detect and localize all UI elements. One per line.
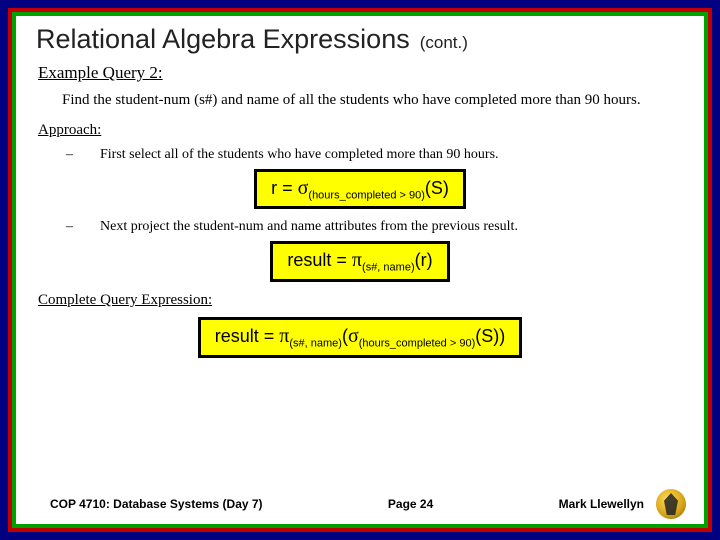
slide-content: Example Query 2: Find the student-num (s… [16,57,704,484]
slide-title: Relational Algebra Expressions [36,24,410,55]
slide-footer: COP 4710: Database Systems (Day 7) Page … [16,484,704,524]
formula-arg: (S) [425,178,449,198]
formula-arg: (r) [415,250,433,270]
formula-lhs: result = [215,326,280,346]
sigma-symbol: σ [298,177,309,199]
sigma-symbol: σ [348,325,359,347]
formula-sub: (s#, name) [362,262,415,274]
dash-icon: – [66,219,78,235]
title-row: Relational Algebra Expressions (cont.) [16,16,704,57]
slide-title-cont: (cont.) [420,33,468,53]
step-row-2: – Next project the student-num and name … [66,219,682,235]
example-heading: Example Query 2: [38,63,682,83]
footer-author: Mark Llewellyn [559,497,644,511]
footer-right: Mark Llewellyn [559,489,686,519]
formula-arg: (S)) [475,326,505,346]
complete-heading: Complete Query Expression: [38,292,682,309]
slide-inner: Relational Algebra Expressions (cont.) E… [12,12,708,528]
formula-sub2: (hours_completed > 90) [359,338,475,350]
step-text: Next project the student-num and name at… [100,219,518,235]
footer-course: COP 4710: Database Systems (Day 7) [50,497,263,511]
query-text: Find the student-num (s#) and name of al… [62,91,682,110]
formula-sub: (hours_completed > 90) [308,189,424,201]
approach-heading: Approach: [38,122,682,139]
dash-icon: – [66,147,78,163]
formula-complete: result = π(s#, name)(σ(hours_completed >… [198,317,522,358]
formula-select: r = σ(hours_completed > 90)(S) [254,169,466,210]
slide-frame: Relational Algebra Expressions (cont.) E… [0,0,720,540]
formula-lhs: result = [287,250,352,270]
step-row-1: – First select all of the students who h… [66,147,682,163]
footer-page: Page 24 [388,497,433,511]
formula-lhs: r = [271,178,298,198]
formula-sub1: (s#, name) [289,338,342,350]
formula-project: result = π(s#, name)(r) [270,241,449,282]
step-text: First select all of the students who hav… [100,147,499,163]
ucf-logo-icon [656,489,686,519]
pi-symbol: π [279,325,289,347]
pi-symbol: π [352,249,362,271]
